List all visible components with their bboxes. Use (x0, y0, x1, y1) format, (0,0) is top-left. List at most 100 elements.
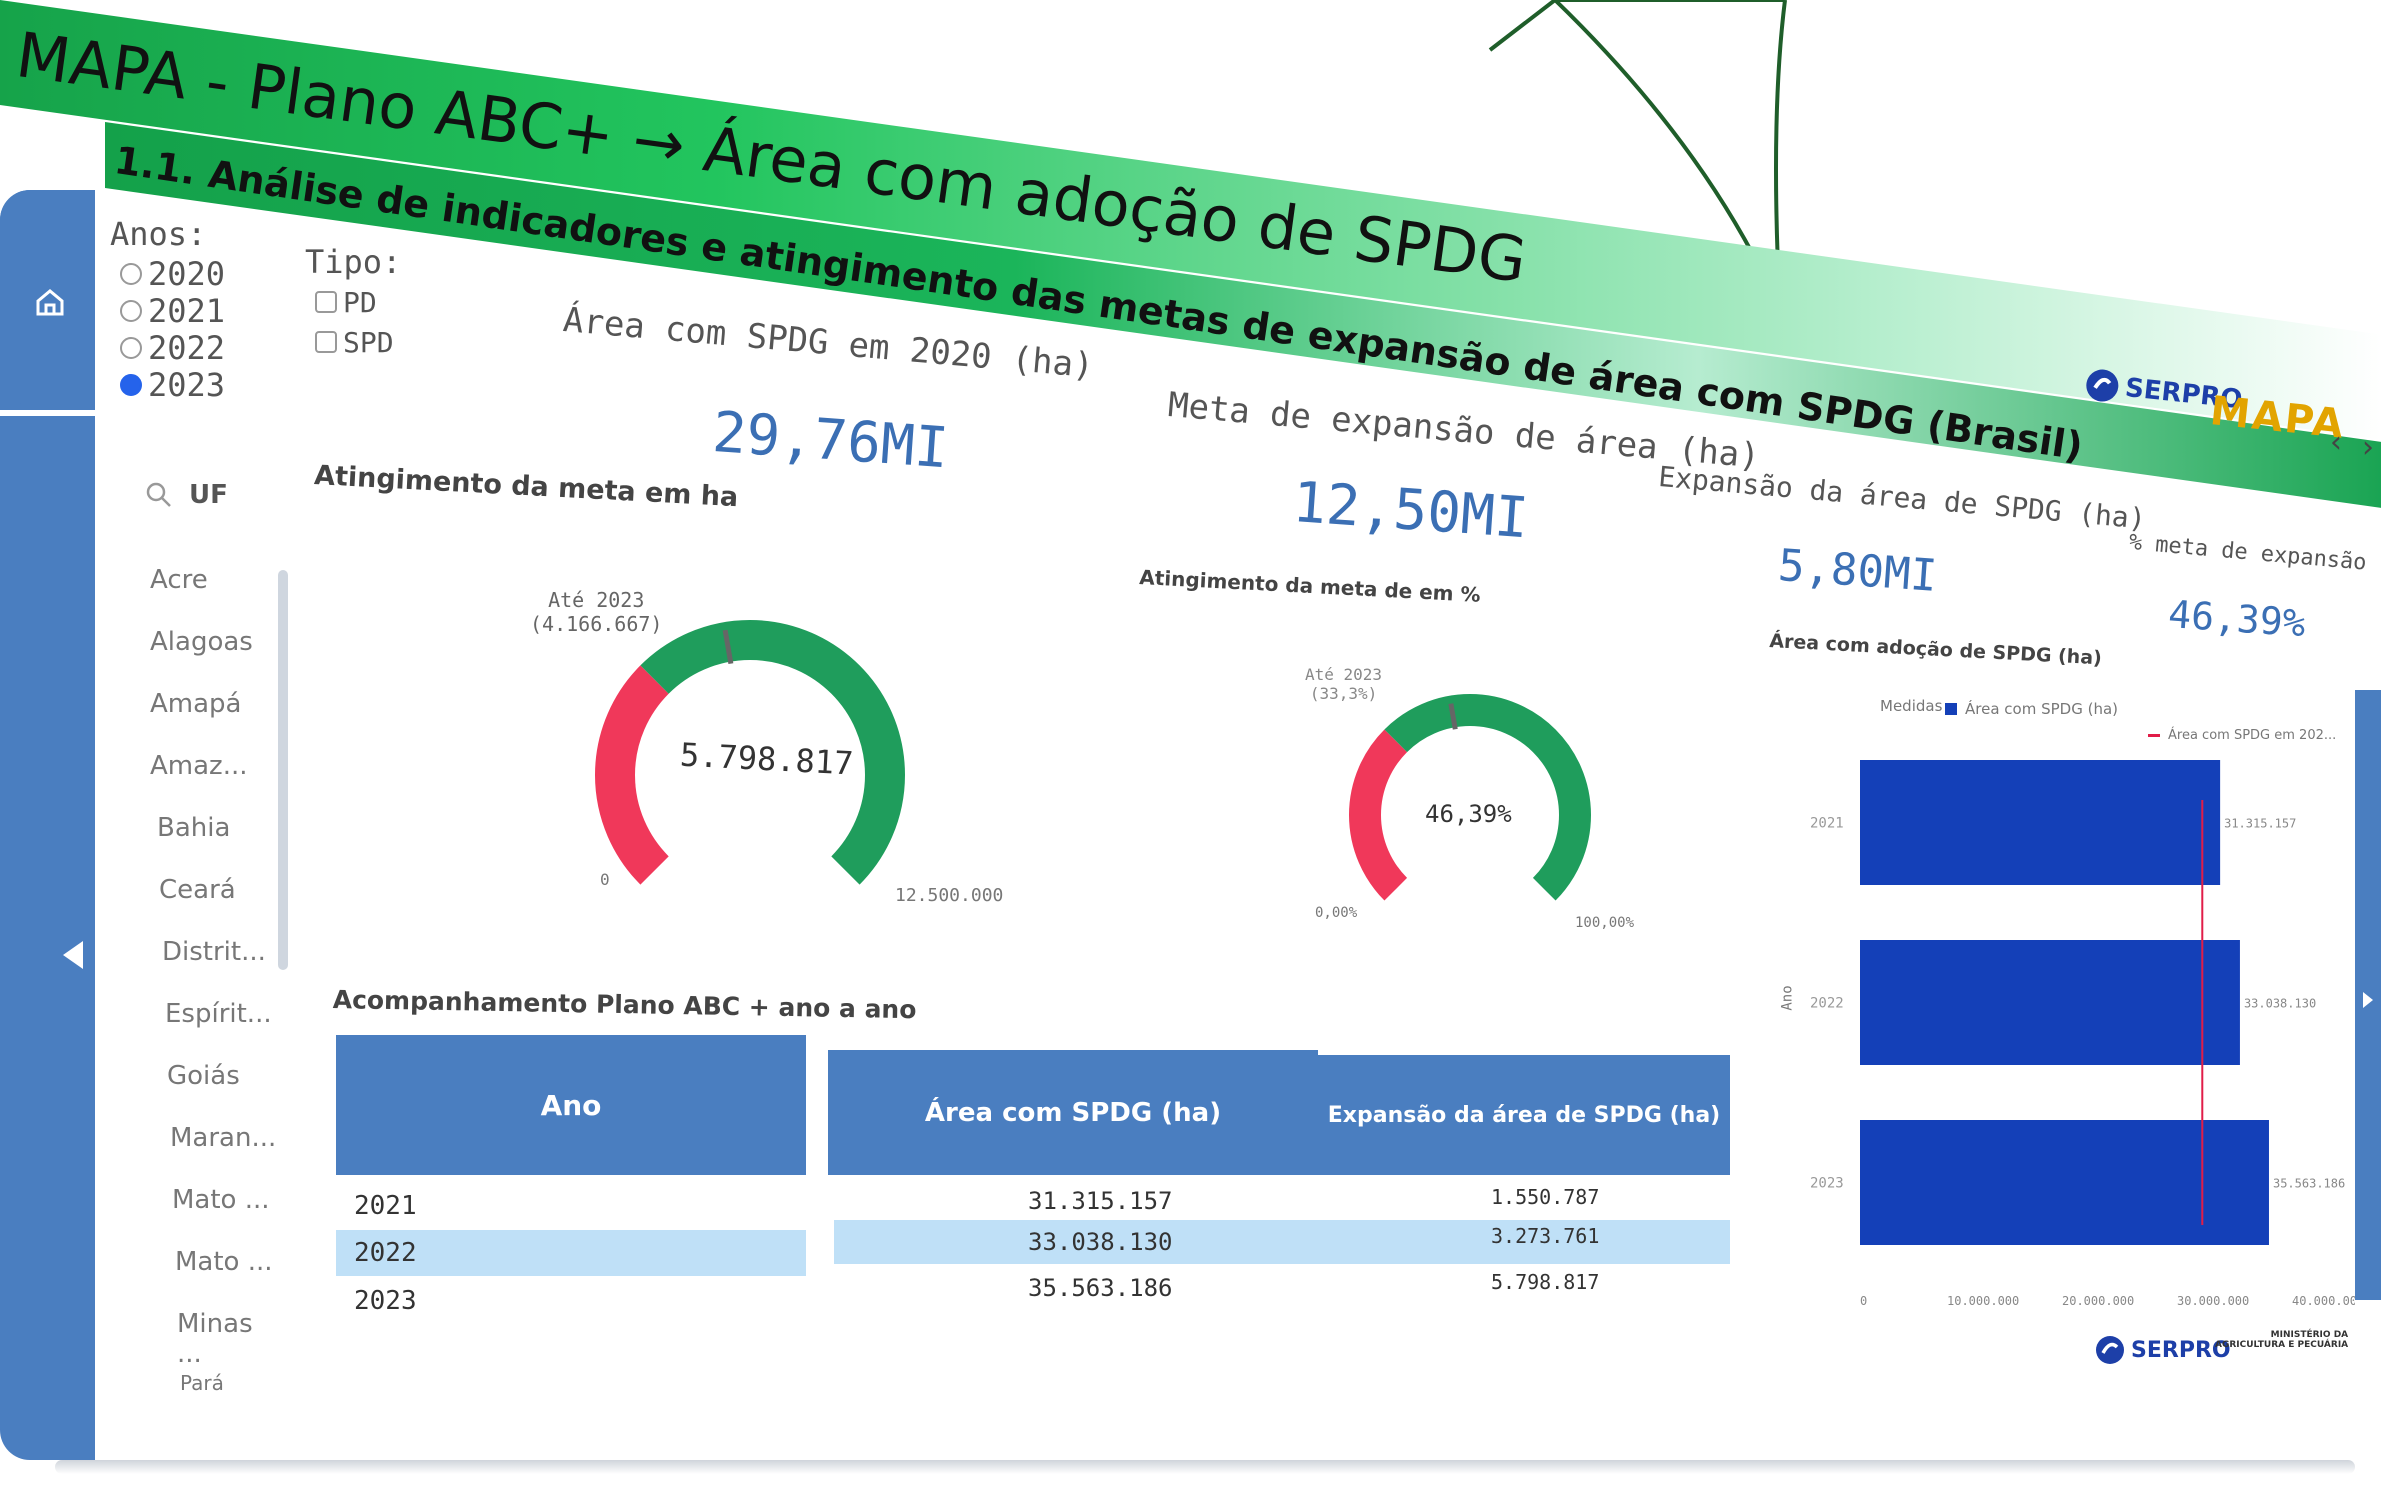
column-header-area[interactable]: Área com SPDG (ha) (828, 1050, 1318, 1175)
radio-2022[interactable]: 2022 (120, 328, 226, 367)
list-item[interactable]: Mato ... (172, 1185, 270, 1215)
list-item[interactable]: Bahia (157, 813, 230, 843)
legend-label-area: Área com SPDG (ha) (1965, 700, 2119, 718)
right-rail[interactable] (2355, 690, 2381, 1300)
home-button[interactable] (0, 190, 95, 405)
serpro-mark-icon (2086, 369, 2119, 402)
serpro-mark-icon (2096, 1336, 2124, 1364)
table-row[interactable]: 2023 35.563.186 5.798.817 (336, 1270, 1730, 1324)
nav-prev-button[interactable]: ‹ (2330, 425, 2342, 460)
radio-dot-selected (120, 373, 142, 396)
radio-2021[interactable]: 2021 (120, 291, 226, 330)
legend-swatch-area (1945, 703, 1957, 715)
kpi-expansao-label: Expansão da área de SPDG (ha) (1657, 460, 2148, 536)
gauge-ha-title: Atingimento da meta em ha (313, 460, 740, 514)
rail-divider (0, 410, 95, 416)
tipo-label: Tipo: (305, 243, 402, 281)
bar-2022 (1860, 940, 2240, 1065)
cell-expansao: 5.798.817 (1491, 1270, 1600, 1294)
triangle-right-icon (2363, 992, 2373, 1008)
search-icon (146, 482, 171, 507)
checkbox-label: PD (343, 285, 377, 319)
checkbox-box (315, 291, 337, 313)
uf-search[interactable]: UF (145, 480, 228, 510)
radio-dot (120, 262, 142, 285)
radio-label: 2021 (148, 291, 226, 330)
column-header-expansao[interactable]: Expansão da área de SPDG (ha) (1318, 1055, 1730, 1175)
radio-dot (120, 299, 142, 322)
list-item[interactable]: Mato ... (175, 1247, 273, 1277)
footer-serpro-logo: SERPRO (2095, 1335, 2231, 1365)
x-tick-label: 30.000.000 (2177, 1294, 2249, 1308)
legend-swatch-area-2020 (2148, 734, 2160, 737)
list-item[interactable]: Alagoas (150, 627, 253, 657)
kpi-area-2020-value: 29,76MI (710, 400, 951, 482)
kpi-meta-value: 12,50MI (1290, 470, 1531, 552)
bar-chart-title: Área com adoção de SPDG (ha) (1768, 630, 2103, 670)
cell-area: 35.563.186 (1028, 1274, 1173, 1302)
y-axis-label: Ano (1779, 985, 1796, 1011)
list-item[interactable]: Maran... (170, 1123, 276, 1153)
data-label-2023: 35.563.186 (2273, 1177, 2345, 1191)
checkbox-pd[interactable]: PD (315, 282, 394, 322)
data-label-2021: 31.315.157 (2224, 817, 2296, 831)
cell-area: 31.315.157 (1028, 1187, 1173, 1215)
uf-label: UF (189, 480, 228, 510)
cell-ano: 2022 (354, 1238, 417, 1268)
footer-ministerio-line2: AGRICULTURA E PECUÁRIA (2215, 1340, 2349, 1350)
gauge-pct-title: Atingimento da meta de em % (1138, 565, 1482, 607)
home-icon (36, 289, 64, 316)
collapse-panel-button[interactable] (55, 935, 91, 975)
uf-scrollbar[interactable] (278, 570, 288, 970)
kpi-expansao-value: 5,80MI (1776, 540, 1939, 602)
x-tick-label: 10.000.000 (1947, 1294, 2019, 1308)
cell-ano: 2023 (354, 1286, 417, 1316)
gauge-ha-min: 0 (600, 870, 610, 889)
list-item[interactable]: Espírit... (165, 999, 272, 1029)
bar-2023 (1860, 1120, 2269, 1245)
column-header-label: Área com SPDG (ha) (924, 1097, 1222, 1128)
gauge-ha-max: 12.500.000 (895, 885, 1004, 906)
data-label-2022: 33.038.130 (2244, 997, 2316, 1011)
list-item[interactable]: Pará (180, 1371, 224, 1395)
gauge-pct-center: 46,39% (1425, 800, 1512, 828)
radio-2023[interactable]: 2023 (120, 365, 226, 404)
radio-label: 2022 (148, 328, 226, 367)
cell-expansao: 3.273.761 (1491, 1224, 1600, 1248)
x-tick-label: 0 (1860, 1294, 1867, 1308)
radio-label: 2023 (148, 365, 226, 404)
x-tick-label: 40.000.000 (2292, 1294, 2355, 1308)
column-header-label: Ano (540, 1088, 602, 1122)
gauge-ha-arc-low (595, 665, 670, 885)
list-item[interactable]: Amaz... (150, 751, 248, 781)
category-label-2023: 2023 (1810, 1176, 1844, 1192)
footer-ministerio: MINISTÉRIO DA AGRICULTURA E PECUÁRIA (2215, 1330, 2348, 1350)
radio-2020[interactable]: 2020 (120, 255, 225, 293)
list-item[interactable]: Acre (150, 565, 208, 595)
checkbox-spd[interactable]: SPD (315, 322, 394, 362)
gauge-ha-marker-label-text: Até 2023 (548, 588, 645, 612)
column-header-ano[interactable]: Ano (336, 1035, 806, 1175)
list-item[interactable]: Minas ... (177, 1309, 280, 1369)
triangle-left-icon (63, 941, 83, 969)
gauge-pct-arc-low (1349, 729, 1408, 901)
anos-radio-group: 2020 2021 2022 2023 (120, 255, 226, 404)
x-tick-label: 20.000.000 (2062, 1294, 2134, 1308)
list-item[interactable]: Distrit... (162, 937, 266, 967)
category-label-2021: 2021 (1810, 816, 1844, 832)
legend-title: Medidas (1880, 697, 1943, 715)
cell-expansao: 1.550.787 (1491, 1185, 1600, 1209)
bar-2021 (1860, 760, 2221, 885)
table-title: Acompanhamento Plano ABC + ano a ano (332, 985, 917, 1025)
legend-item-area[interactable]: Área com SPDG (ha) (1945, 700, 2118, 718)
list-item[interactable]: Amapá (150, 689, 241, 719)
nav-next-button[interactable]: › (2362, 430, 2374, 465)
anos-label: Anos: (110, 215, 207, 253)
radio-dot (120, 336, 142, 359)
list-item[interactable]: Ceará (159, 875, 236, 905)
list-item[interactable]: Goiás (167, 1061, 240, 1091)
kpi-pct-meta-value: 46,39% (2166, 592, 2307, 646)
checkbox-box (315, 331, 337, 353)
gauge-pct-min: 0,00% (1315, 905, 1358, 921)
cell-area: 33.038.130 (1028, 1228, 1173, 1256)
